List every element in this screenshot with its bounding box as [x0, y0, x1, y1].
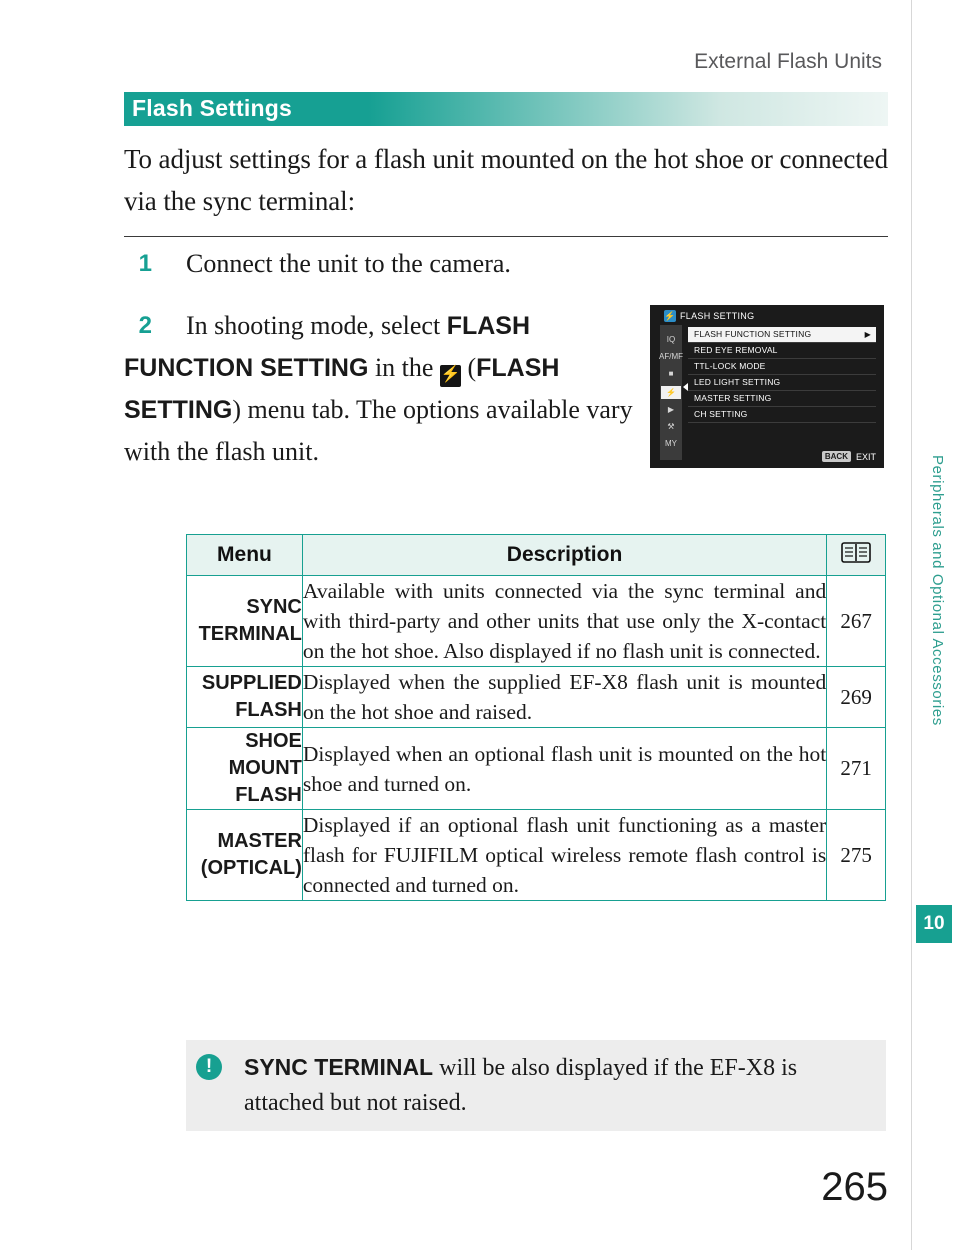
- step-1: 1 Connect the unit to the camera.: [124, 243, 884, 284]
- table-header-row: Menu Description: [186, 534, 886, 576]
- lcd-menu-item-red-eye-removal: RED EYE REMOVAL: [688, 343, 876, 359]
- lcd-menu-list: FLASH FUNCTION SETTING ▶ RED EYE REMOVAL…: [688, 327, 876, 423]
- page-content: External Flash Units Flash Settings To a…: [0, 0, 912, 1250]
- step-2-text-part-3: (: [460, 353, 477, 382]
- camera-menu-screenshot: ⚡ FLASH SETTING IQ AF/MF ■ ⚡ ▶ ⚒ MY FLAS…: [650, 305, 884, 468]
- step-1-text: Connect the unit to the camera.: [186, 249, 511, 278]
- row-description-supplied-flash: Displayed when the supplied EF-X8 flash …: [301, 666, 828, 728]
- section-header-bar: Flash Settings: [124, 92, 888, 126]
- column-header-page: [826, 534, 886, 576]
- row-description-master-optical: Displayed if an optional flash unit func…: [301, 809, 828, 901]
- lcd-menu-label: LED LIGHT SETTING: [694, 377, 781, 387]
- lcd-tab-flash: ⚡: [661, 386, 681, 399]
- flash-icon: ⚡: [439, 365, 461, 387]
- divider-rule: [124, 236, 888, 237]
- table-row: SYNC TERMINAL Available with units conne…: [186, 575, 886, 667]
- lcd-exit-label: EXIT: [855, 451, 876, 462]
- lcd-tab-setup: ⚒: [667, 422, 675, 431]
- intro-paragraph: To adjust settings for a flash unit moun…: [124, 144, 889, 216]
- info-icon: !: [196, 1054, 222, 1080]
- row-page-master-optical: 275: [826, 809, 886, 901]
- lcd-tab-afmf: AF/MF: [659, 352, 683, 361]
- table-row: MASTER (OPTICAL) Displayed if an optiona…: [186, 809, 886, 901]
- lcd-title: FLASH SETTING: [680, 311, 755, 321]
- lcd-menu-label: FLASH FUNCTION SETTING: [694, 329, 812, 339]
- lcd-back-button-label: BACK: [821, 451, 851, 462]
- lcd-menu-label: CH SETTING: [694, 409, 748, 419]
- table-row: SHOE MOUNT FLASH Displayed when an optio…: [186, 727, 886, 810]
- row-description-shoe-mount-flash: Displayed when an optional flash unit is…: [301, 727, 828, 810]
- step-2: 2 In shooting mode, select FLASH FUNCTIO…: [124, 305, 644, 472]
- side-tab-label: Peripherals and Optional Accessories: [929, 455, 946, 726]
- lcd-menu-item-led-light-setting: LED LIGHT SETTING: [688, 375, 876, 391]
- row-page-shoe-mount-flash: 271: [826, 727, 886, 810]
- chapter-number-badge: 10: [916, 905, 952, 943]
- book-icon: [841, 541, 871, 564]
- lcd-menu-label: MASTER SETTING: [694, 393, 772, 403]
- row-menu-sync-terminal: SYNC TERMINAL: [186, 575, 303, 667]
- running-head: External Flash Units: [694, 50, 882, 73]
- note-bold-term: SYNC TERMINAL: [244, 1054, 434, 1080]
- step-2-text-part-2: in the: [368, 353, 440, 382]
- section-title: Flash Settings: [132, 95, 292, 121]
- note-box: ! SYNC TERMINAL will be also displayed i…: [186, 1040, 886, 1131]
- row-description-sync-terminal: Available with units connected via the s…: [301, 575, 828, 667]
- table-row: SUPPLIED FLASH Displayed when the suppli…: [186, 666, 886, 728]
- lcd-menu-item-ttl-lock-mode: TTL-LOCK MODE: [688, 359, 876, 375]
- side-tab-column: Peripherals and Optional Accessories 10: [912, 0, 954, 1250]
- flash-settings-table: Menu Description SYNC TERMINAL Available…: [186, 534, 886, 901]
- lcd-menu-item-ch-setting: CH SETTING: [688, 407, 876, 423]
- lcd-menu-label: TTL-LOCK MODE: [694, 361, 766, 371]
- step-2-text-part-1: In shooting mode, select: [186, 311, 447, 340]
- lcd-footer: BACK EXIT: [821, 451, 876, 462]
- note-text: SYNC TERMINAL will be also displayed if …: [244, 1050, 872, 1121]
- lcd-flash-icon: ⚡: [664, 310, 676, 322]
- row-menu-supplied-flash: SUPPLIED FLASH: [186, 666, 303, 728]
- row-page-supplied-flash: 269: [826, 666, 886, 728]
- column-header-description: Description: [301, 534, 828, 576]
- lcd-tab-iq: IQ: [666, 335, 676, 344]
- row-menu-master-optical: MASTER (OPTICAL): [186, 809, 303, 901]
- step-2-text: In shooting mode, select FLASH FUNCTION …: [124, 311, 633, 466]
- chevron-right-icon: ▶: [864, 330, 871, 339]
- column-header-menu: Menu: [186, 534, 303, 576]
- page-number: 265: [821, 1165, 888, 1209]
- lcd-tab-shooting: ■: [668, 369, 674, 378]
- lcd-menu-label: RED EYE REMOVAL: [694, 345, 778, 355]
- lcd-tab-my: MY: [665, 439, 677, 448]
- lcd-tab-column: IQ AF/MF ■ ⚡ ▶ ⚒ MY: [659, 325, 683, 460]
- row-menu-shoe-mount-flash: SHOE MOUNT FLASH: [186, 727, 303, 810]
- row-page-sync-terminal: 267: [826, 575, 886, 667]
- lcd-menu-item-master-setting: MASTER SETTING: [688, 391, 876, 407]
- step-2-number: 2: [138, 312, 152, 339]
- lcd-tab-movie: ▶: [667, 405, 675, 414]
- lcd-menu-item-flash-function-setting: FLASH FUNCTION SETTING ▶: [688, 327, 876, 343]
- step-1-number: 1: [138, 250, 152, 277]
